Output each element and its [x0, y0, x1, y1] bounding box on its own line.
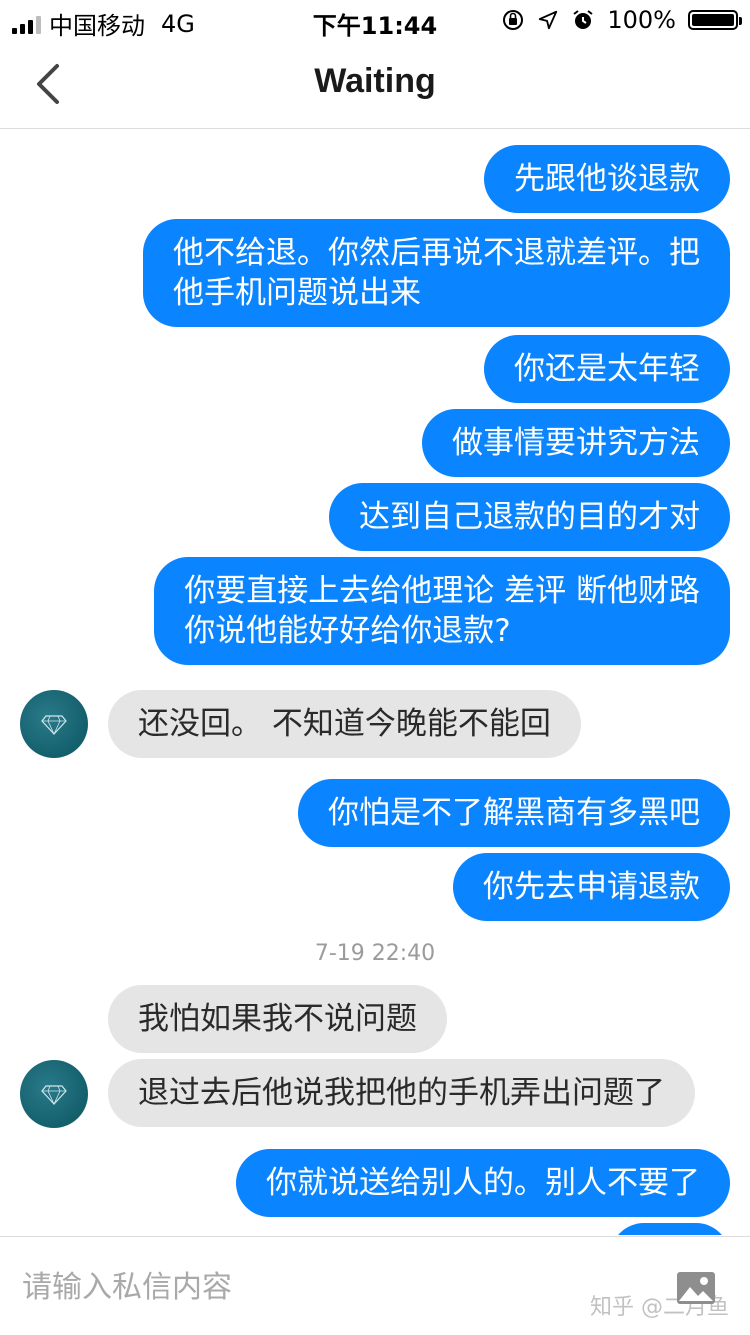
status-bar: 中国移动 4G 下午11:44 100% — [0, 0, 750, 40]
message-text: 他不给退。你然后再说不退就差评。把 — [173, 235, 700, 271]
message-text: 还没回。 不知道今晚能不能回 — [138, 706, 551, 742]
message-outgoing[interactable]: 他不给退。你然后再说不退就差评。把 他手机问题说出来 — [143, 219, 730, 327]
alarm-icon — [573, 10, 593, 29]
message-outgoing[interactable]: 你就说送给别人的。别人不要了 — [236, 1149, 730, 1217]
diamond-icon — [41, 1085, 67, 1105]
message-text: 你说他能好好给你退款? — [184, 613, 511, 649]
battery-icon — [688, 10, 742, 30]
nav-bar: Waiting — [0, 40, 750, 129]
message-outgoing[interactable]: 达到自己退款的目的才对 — [329, 483, 730, 551]
message-text: 你先去申请退款 — [483, 869, 700, 905]
message-incoming[interactable]: 我怕如果我不说问题 — [108, 985, 447, 1053]
battery-level — [692, 14, 734, 26]
status-right: 100% — [501, 6, 742, 34]
diamond-icon — [41, 715, 67, 735]
page-title: Waiting — [314, 62, 436, 100]
timestamp: 7-19 22:40 — [314, 941, 436, 966]
message-text: 达到自己退款的目的才对 — [359, 499, 700, 535]
message-incoming[interactable]: 还没回。 不知道今晚能不能回 — [108, 690, 581, 758]
orientation-lock-icon — [503, 10, 524, 30]
message-text: 退过去后他说我把他的手机弄出问题了 — [138, 1075, 665, 1111]
message-text: 你还是太年轻 — [514, 351, 700, 387]
message-outgoing[interactable] — [610, 1223, 730, 1235]
image-button[interactable] — [676, 1271, 716, 1305]
message-outgoing[interactable]: 你还是太年轻 — [484, 335, 730, 403]
location-icon — [539, 10, 558, 30]
avatar[interactable] — [20, 690, 88, 758]
message-outgoing[interactable]: 先跟他谈退款 — [484, 145, 730, 213]
message-list[interactable]: 先跟他谈退款 他不给退。你然后再说不退就差评。把 他手机问题说出来 你还是太年轻… — [0, 129, 750, 1235]
message-outgoing[interactable]: 你要直接上去给他理论 差评 断他财路 你说他能好好给你退款? — [154, 557, 730, 665]
message-text: 他手机问题说出来 — [173, 275, 421, 311]
message-text: 做事情要讲究方法 — [452, 425, 700, 461]
message-text: 你怕是不了解黑商有多黑吧 — [328, 795, 700, 831]
avatar[interactable] — [20, 1060, 88, 1128]
message-outgoing[interactable]: 你怕是不了解黑商有多黑吧 — [298, 779, 730, 847]
message-text: 你要直接上去给他理论 差评 断他财路 — [184, 573, 700, 609]
message-text: 你就说送给别人的。别人不要了 — [266, 1165, 700, 1201]
input-bar: 知乎 @二月鱼 — [0, 1236, 750, 1335]
battery-percent: 100% — [607, 6, 676, 34]
message-outgoing[interactable]: 做事情要讲究方法 — [422, 409, 730, 477]
message-text: 先跟他谈退款 — [514, 161, 700, 197]
image-icon — [677, 1272, 715, 1304]
message-input[interactable] — [20, 1261, 584, 1313]
message-outgoing[interactable]: 你先去申请退款 — [453, 853, 730, 921]
message-incoming[interactable]: 退过去后他说我把他的手机弄出问题了 — [108, 1059, 695, 1127]
message-text: 我怕如果我不说问题 — [138, 1001, 417, 1037]
